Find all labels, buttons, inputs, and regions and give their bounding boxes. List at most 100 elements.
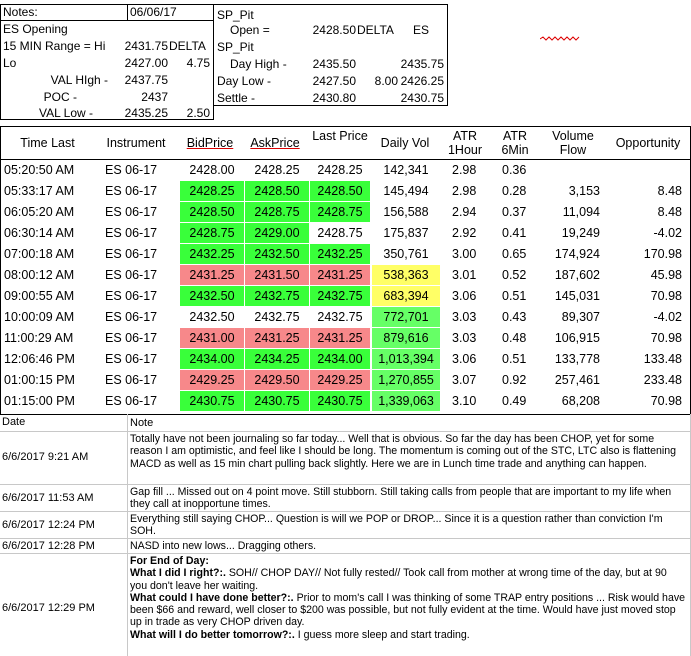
open-label: Open =: [230, 23, 270, 37]
table-row[interactable]: 11:00:29 AM ES 06-17 2431.00 2431.25 2431.25…: [0, 328, 691, 349]
table-cell-opp: 233.48: [643, 373, 682, 387]
table-cell-vol: 142,341: [383, 163, 429, 177]
table-cell-ask: 2428.50: [245, 181, 309, 201]
table-cell-flow: 19,249: [561, 226, 600, 240]
table-cell-inst: ES 06-17: [105, 268, 158, 282]
pit-delta-label: DELTA: [357, 23, 394, 37]
col-atr-1hour[interactable]: ATR 1Hour: [442, 129, 488, 157]
col-daily-vol[interactable]: Daily Vol: [370, 136, 440, 150]
day-high-es: 2435.75: [400, 57, 444, 71]
table-cell-last: 2428.75: [317, 226, 363, 240]
table-cell-vol: 879,616: [372, 328, 440, 348]
table-cell-opp: 70.98: [650, 289, 682, 303]
table-cell-inst: ES 06-17: [105, 310, 158, 324]
table-cell-atr6: 0.28: [502, 184, 527, 198]
table-cell-atr6: 0.37: [502, 205, 527, 219]
table-cell-last: 2431.25: [310, 328, 370, 348]
col-last-price[interactable]: Last Price: [312, 129, 368, 143]
table-cell-vol: 156,588: [383, 205, 429, 219]
col-time-last[interactable]: Time Last: [0, 136, 95, 150]
col-opportunity[interactable]: Opportunity: [606, 136, 690, 150]
table-cell-ask: 2432.75: [245, 286, 309, 306]
table-cell-vol: 350,761: [383, 247, 429, 261]
journal-entry-date: 6/6/2017 9:21 AM: [2, 451, 89, 463]
eod-title: For End of Day:: [130, 555, 209, 567]
table-row[interactable]: 09:00:55 AM ES 06-17 2432.50 2432.75 2432.75…: [0, 286, 691, 307]
quote-table: Time Last Instrument BidPrice AskPrice L…: [0, 126, 691, 414]
table-cell-time: 09:00:55 AM: [4, 289, 75, 303]
table-cell-last: 2432.25: [310, 244, 370, 264]
table-cell-atr1: 2.94: [452, 205, 477, 219]
col-bid-price[interactable]: BidPrice: [178, 136, 242, 150]
table-cell-ask: 2429.00: [245, 223, 309, 243]
journal-eod-note[interactable]: For End of Day: What I did I right?:. SO…: [128, 554, 688, 656]
col-ask-price[interactable]: AskPrice: [243, 136, 307, 150]
range-hi-value: 2431.75: [124, 39, 168, 53]
table-row[interactable]: 06:30:14 AM ES 06-17 2428.75 2429.00 2428.75…: [0, 223, 691, 244]
table-cell-vol: 538,363: [372, 265, 440, 285]
journal-entry-date: 6/6/2017 11:53 AM: [2, 492, 94, 504]
table-cell-bid: 2428.75: [180, 223, 244, 243]
table-cell-atr6: 0.52: [502, 268, 527, 282]
table-cell-opp: 8.48: [657, 184, 682, 198]
val-high-label: VAL HIgh -: [50, 73, 108, 87]
table-cell-ask: 2428.75: [245, 202, 309, 222]
table-cell-last: 2428.25: [317, 163, 363, 177]
table-cell-ask: 2428.25: [254, 163, 300, 177]
table-cell-ask: 2432.50: [245, 244, 309, 264]
journal-entry-note[interactable]: NASD into new lows... Dragging others.: [128, 539, 688, 553]
table-cell-ask: 2434.25: [245, 349, 309, 369]
range-hi-label: 15 MIN Range = Hi: [3, 39, 106, 53]
day-low-label: Day Low -: [217, 74, 272, 88]
table-cell-time: 06:05:20 AM: [4, 205, 75, 219]
table-cell-inst: ES 06-17: [105, 163, 158, 177]
table-cell-atr1: 3.00: [452, 247, 477, 261]
quote-rows: 05:20:50 AM ES 06-17 2428.00 2428.25 2428.25…: [0, 160, 691, 414]
table-row[interactable]: 05:33:17 AM ES 06-17 2428.25 2428.50 2428.50…: [0, 181, 691, 202]
col-instrument[interactable]: Instrument: [97, 136, 175, 150]
table-cell-time: 12:06:46 PM: [4, 352, 75, 366]
journal-entry-note[interactable]: Everything still saying CHOP... Question…: [128, 512, 688, 538]
table-row[interactable]: 08:00:12 AM ES 06-17 2431.25 2431.50 2431.25…: [0, 265, 691, 286]
range-lo-value: 2427.00: [124, 56, 168, 70]
journal-entry-note[interactable]: Totally have not been journaling so far …: [128, 432, 688, 484]
table-cell-flow: 68,208: [561, 394, 600, 408]
table-cell-flow: 11,094: [562, 205, 600, 219]
table-row[interactable]: 10:00:09 AM ES 06-17 2432.50 2432.75 2432.75…: [0, 307, 691, 328]
table-row[interactable]: 01:15:00 PM ES 06-17 2430.75 2430.75 2430.75…: [0, 391, 691, 412]
table-cell-vol: 1,339,063: [372, 391, 440, 411]
table-cell-vol: 683,394: [372, 286, 440, 306]
notes-label: Notes:: [3, 5, 38, 19]
table-cell-inst: ES 06-17: [105, 184, 158, 198]
table-cell-time: 07:00:18 AM: [4, 247, 75, 261]
journal-entry-note[interactable]: Gap fill ... Missed out on 4 point move.…: [128, 485, 688, 511]
table-row[interactable]: 07:00:18 AM ES 06-17 2432.25 2432.50 2432.25…: [0, 244, 691, 265]
table-cell-bid: 2432.50: [189, 310, 235, 324]
table-cell-inst: ES 06-17: [105, 205, 158, 219]
range-delta-value: 4.75: [186, 56, 210, 70]
table-cell-last: 2432.75: [310, 286, 370, 306]
table-cell-vol: 145,494: [383, 184, 429, 198]
spellcheck-squiggle: [540, 36, 580, 41]
table-row[interactable]: 12:06:46 PM ES 06-17 2434.00 2434.25 2434.00…: [0, 349, 691, 370]
table-cell-time: 08:00:12 AM: [4, 268, 75, 282]
table-row[interactable]: 06:05:20 AM ES 06-17 2428.50 2428.75 2428.75…: [0, 202, 691, 223]
table-row[interactable]: 01:00:15 PM ES 06-17 2429.25 2429.50 2429.25…: [0, 370, 691, 391]
table-cell-opp: 45.98: [650, 268, 682, 282]
day-high-pit: 2435.50: [312, 57, 356, 71]
table-cell-bid: 2434.00: [180, 349, 244, 369]
journal-date-header: Date: [2, 416, 26, 428]
table-cell-atr1: 3.06: [452, 289, 477, 303]
val-low-value: 2435.25: [124, 106, 168, 120]
table-cell-vol: 772,701: [372, 307, 440, 327]
col-atr-6min[interactable]: ATR 6Min: [492, 129, 538, 157]
es-opening-label: ES Opening: [3, 22, 68, 36]
header-date: 06/06/17: [130, 5, 177, 19]
table-row[interactable]: 05:20:50 AM ES 06-17 2428.00 2428.25 2428.25…: [0, 160, 691, 181]
table-cell-ask: 2429.50: [245, 370, 309, 390]
table-cell-last: 2432.75: [317, 310, 363, 324]
range-lo-label: Lo: [3, 56, 17, 70]
col-volume-flow[interactable]: Volume Flow: [540, 129, 606, 157]
table-cell-opp: 70.98: [650, 394, 682, 408]
table-cell-flow: 3,153: [568, 184, 600, 198]
